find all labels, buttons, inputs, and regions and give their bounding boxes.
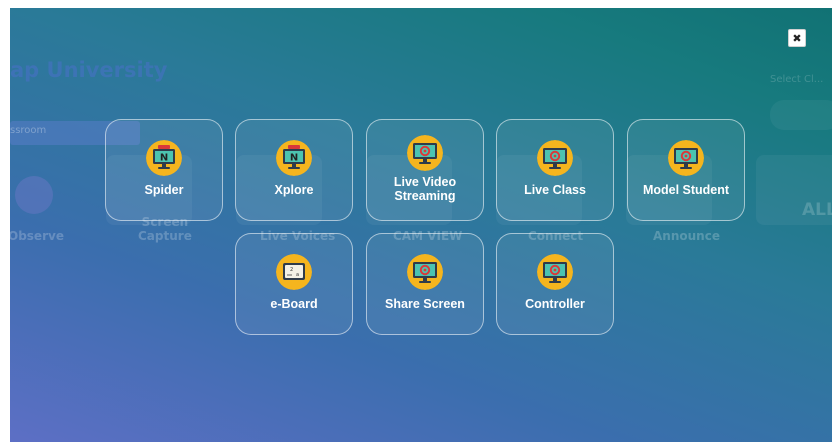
bg-label-observe: Observe (10, 229, 64, 243)
tool-label: e-Board (270, 297, 318, 311)
tool-xplore[interactable]: N Xplore (235, 119, 353, 221)
monitor-gear-icon (537, 254, 573, 290)
background-app: ap University Select Cl... ssroom Observ… (10, 8, 832, 442)
modal-overlay: ap University Select Cl... ssroom Observ… (10, 8, 832, 442)
tool-live-video-streaming[interactable]: Live Video Streaming (366, 119, 484, 221)
monitor-gear-icon (668, 140, 704, 176)
tool-controller[interactable]: Controller (496, 233, 614, 335)
tool-label: Share Screen (385, 297, 465, 311)
monitor-n-icon: N (146, 140, 182, 176)
bg-university-title: ap University (10, 58, 168, 82)
whiteboard-icon: 2 a (276, 254, 312, 290)
tool-label: Controller (525, 297, 585, 311)
close-button[interactable]: ✖ (788, 29, 806, 47)
bg-observe-icon (15, 176, 53, 214)
svg-text:2: 2 (290, 267, 293, 273)
monitor-n-icon: N (276, 140, 312, 176)
bg-select-classroom-label: Select Cl... (770, 74, 824, 85)
monitor-gear-icon (407, 254, 443, 290)
bg-label-announce: Announce (653, 229, 720, 243)
monitor-gear-icon (537, 140, 573, 176)
svg-text:N: N (290, 153, 298, 164)
tool-spider[interactable]: N Spider (105, 119, 223, 221)
bg-select-dropdown (770, 100, 832, 130)
svg-text:N: N (160, 153, 168, 164)
tool-label: Live Class (524, 183, 586, 197)
bg-classroom-text: ssroom (10, 125, 47, 136)
tool-label: Spider (144, 183, 184, 197)
tool-label: Live Video Streaming (393, 175, 457, 203)
close-icon: ✖ (792, 31, 802, 45)
tool-label: Xplore (274, 183, 314, 197)
bg-label-all: ALL (802, 200, 832, 220)
tool-model-student[interactable]: Model Student (627, 119, 745, 221)
tool-live-class[interactable]: Live Class (496, 119, 614, 221)
tool-label: Model Student (642, 183, 730, 197)
tool-share-screen[interactable]: Share Screen (366, 233, 484, 335)
svg-text:a: a (296, 272, 299, 278)
tool-e-board[interactable]: 2 a e-Board (235, 233, 353, 335)
monitor-gear-icon (407, 135, 443, 171)
